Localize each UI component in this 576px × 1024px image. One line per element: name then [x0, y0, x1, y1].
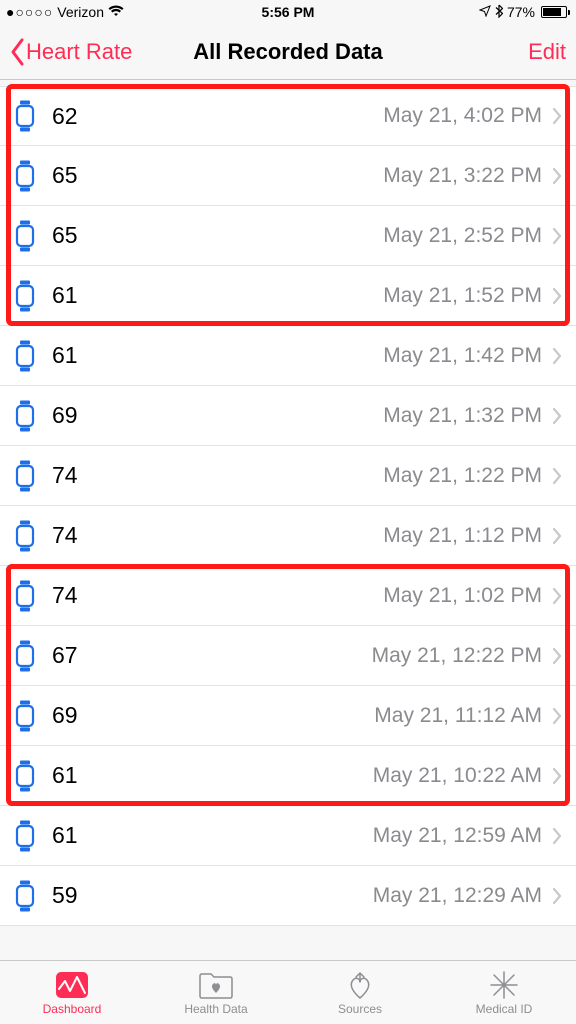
heart-rate-value: 74: [52, 522, 78, 549]
record-timestamp: May 21, 2:52 PM: [383, 224, 542, 248]
chevron-right-icon: [552, 167, 562, 185]
chevron-right-icon: [552, 647, 562, 665]
heart-rate-value: 69: [52, 402, 78, 429]
heart-rate-value: 65: [52, 222, 78, 249]
chevron-right-icon: [552, 767, 562, 785]
sources-icon: [345, 970, 375, 1000]
watch-icon: [14, 340, 36, 372]
record-timestamp: May 21, 4:02 PM: [383, 104, 542, 128]
record-timestamp: May 21, 1:12 PM: [383, 524, 542, 548]
carrier-label: Verizon: [57, 4, 104, 20]
record-timestamp: May 21, 12:22 PM: [372, 644, 542, 668]
heart-rate-value: 69: [52, 702, 78, 729]
tab-health-data[interactable]: Health Data: [144, 961, 288, 1024]
chevron-right-icon: [552, 407, 562, 425]
watch-icon: [14, 280, 36, 312]
folder-heart-icon: [198, 970, 234, 1000]
edit-button[interactable]: Edit: [528, 39, 566, 65]
watch-icon: [14, 460, 36, 492]
record-row[interactable]: 74 May 21, 1:02 PM: [0, 566, 576, 626]
watch-icon: [14, 700, 36, 732]
record-row[interactable]: 65 May 21, 2:52 PM: [0, 206, 576, 266]
bluetooth-icon: [495, 4, 503, 21]
record-timestamp: May 21, 10:22 AM: [373, 764, 542, 788]
chevron-right-icon: [552, 227, 562, 245]
tab-label: Medical ID: [476, 1002, 533, 1016]
watch-icon: [14, 160, 36, 192]
records-list: 62 May 21, 4:02 PM 65 May 21, 3:22 PM 65 May …: [0, 86, 576, 926]
chevron-right-icon: [552, 587, 562, 605]
status-time: 5:56 PM: [262, 4, 315, 20]
watch-icon: [14, 880, 36, 912]
chevron-right-icon: [552, 827, 562, 845]
record-row[interactable]: 61 May 21, 1:52 PM: [0, 266, 576, 326]
record-timestamp: May 21, 1:42 PM: [383, 344, 542, 368]
tab-label: Dashboard: [43, 1002, 102, 1016]
watch-icon: [14, 640, 36, 672]
battery-icon: [539, 6, 570, 18]
heart-rate-value: 67: [52, 642, 78, 669]
record-timestamp: May 21, 11:12 AM: [374, 704, 542, 728]
record-row[interactable]: 69 May 21, 11:12 AM: [0, 686, 576, 746]
heart-rate-value: 61: [52, 282, 78, 309]
record-timestamp: May 21, 1:32 PM: [383, 404, 542, 428]
chevron-right-icon: [552, 467, 562, 485]
record-row[interactable]: 61 May 21, 10:22 AM: [0, 746, 576, 806]
heart-rate-value: 61: [52, 762, 78, 789]
heart-rate-value: 61: [52, 822, 78, 849]
tab-label: Health Data: [184, 1002, 247, 1016]
watch-icon: [14, 100, 36, 132]
wifi-icon: [108, 4, 124, 20]
record-timestamp: May 21, 1:22 PM: [383, 464, 542, 488]
record-timestamp: May 21, 3:22 PM: [383, 164, 542, 188]
heart-rate-value: 61: [52, 342, 78, 369]
status-bar: ●○○○○ Verizon 5:56 PM 77%: [0, 0, 576, 24]
signal-strength-icon: ●○○○○: [6, 4, 53, 20]
heart-rate-value: 74: [52, 462, 78, 489]
watch-icon: [14, 820, 36, 852]
record-row[interactable]: 61 May 21, 1:42 PM: [0, 326, 576, 386]
record-row[interactable]: 62 May 21, 4:02 PM: [0, 86, 576, 146]
chevron-right-icon: [552, 287, 562, 305]
dashboard-icon: [55, 970, 89, 1000]
heart-rate-value: 74: [52, 582, 78, 609]
navigation-bar: Heart Rate All Recorded Data Edit: [0, 24, 576, 80]
back-label: Heart Rate: [26, 39, 132, 65]
chevron-right-icon: [552, 107, 562, 125]
record-row[interactable]: 59 May 21, 12:29 AM: [0, 866, 576, 926]
heart-rate-value: 59: [52, 882, 78, 909]
record-timestamp: May 21, 12:59 AM: [373, 824, 542, 848]
record-row[interactable]: 61 May 21, 12:59 AM: [0, 806, 576, 866]
record-row[interactable]: 65 May 21, 3:22 PM: [0, 146, 576, 206]
chevron-right-icon: [552, 887, 562, 905]
watch-icon: [14, 400, 36, 432]
tab-medical-id[interactable]: Medical ID: [432, 961, 576, 1024]
watch-icon: [14, 760, 36, 792]
record-row[interactable]: 74 May 21, 1:22 PM: [0, 446, 576, 506]
records-list-container: 62 May 21, 4:02 PM 65 May 21, 3:22 PM 65 May …: [0, 80, 576, 960]
tab-sources[interactable]: Sources: [288, 961, 432, 1024]
tab-label: Sources: [338, 1002, 382, 1016]
record-timestamp: May 21, 1:02 PM: [383, 584, 542, 608]
watch-icon: [14, 580, 36, 612]
medical-id-icon: [489, 970, 519, 1000]
record-timestamp: May 21, 1:52 PM: [383, 284, 542, 308]
location-icon: [479, 4, 491, 20]
record-row[interactable]: 67 May 21, 12:22 PM: [0, 626, 576, 686]
chevron-right-icon: [552, 707, 562, 725]
record-timestamp: May 21, 12:29 AM: [373, 884, 542, 908]
page-title: All Recorded Data: [193, 39, 383, 65]
record-row[interactable]: 69 May 21, 1:32 PM: [0, 386, 576, 446]
tab-dashboard[interactable]: Dashboard: [0, 961, 144, 1024]
heart-rate-value: 62: [52, 103, 78, 130]
back-button[interactable]: Heart Rate: [10, 38, 132, 66]
battery-percent: 77%: [507, 4, 535, 20]
tab-bar: Dashboard Health Data Sources Medical ID: [0, 960, 576, 1024]
chevron-right-icon: [552, 527, 562, 545]
heart-rate-value: 65: [52, 162, 78, 189]
record-row[interactable]: 74 May 21, 1:12 PM: [0, 506, 576, 566]
chevron-right-icon: [552, 347, 562, 365]
watch-icon: [14, 520, 36, 552]
watch-icon: [14, 220, 36, 252]
